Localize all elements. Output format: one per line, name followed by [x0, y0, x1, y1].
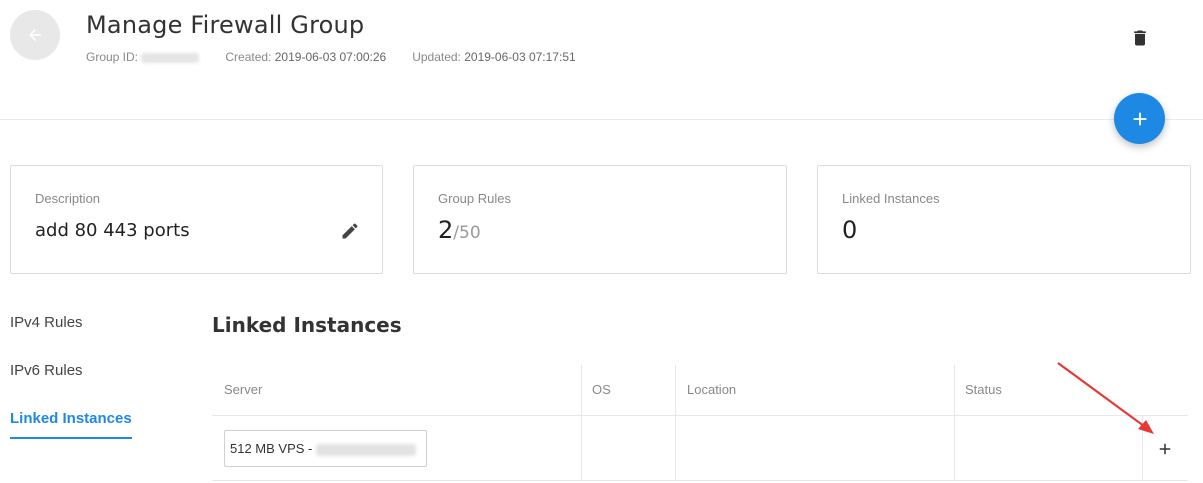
- group-id: Group ID:: [86, 50, 200, 64]
- group-rules-card: Group Rules 2/50: [413, 165, 787, 274]
- updated-value: 2019-06-03 07:17:51: [464, 50, 576, 64]
- back-button[interactable]: [10, 10, 60, 60]
- link-instance-button[interactable]: [1156, 440, 1174, 458]
- annotation-arrow-icon: [1057, 362, 1154, 434]
- group-meta: Group ID: Created: 2019-06-03 07:00:26 U…: [86, 50, 576, 64]
- created-label: Created:: [225, 50, 272, 64]
- column-separator: [954, 365, 955, 480]
- active-tab-indicator: [10, 437, 132, 439]
- linked-instances-label: Linked Instances: [842, 191, 940, 206]
- server-name-redacted: [315, 443, 416, 456]
- column-header-os: OS: [592, 382, 611, 397]
- group-id-redacted: [141, 52, 200, 63]
- created-value: 2019-06-03 07:00:26: [274, 50, 387, 64]
- description-label: Description: [35, 191, 101, 206]
- edit-description-button[interactable]: [340, 221, 360, 241]
- column-header-location: Location: [687, 382, 737, 397]
- group-rules-label: Group Rules: [438, 191, 511, 206]
- server-select-value: 512 MB VPS -: [230, 441, 316, 456]
- delete-group-button[interactable]: [1130, 27, 1150, 49]
- page-title: Manage Firewall Group: [86, 11, 365, 39]
- group-id-label: Group ID:: [86, 50, 139, 64]
- description-value: add 80 443 ports: [35, 220, 190, 241]
- group-rules-count: 2: [438, 216, 454, 244]
- plus-icon: [1133, 112, 1146, 125]
- sidenav-item-linked-instances[interactable]: Linked Instances: [10, 410, 132, 427]
- header-divider: [0, 119, 1203, 120]
- arrow-left-icon: [29, 29, 41, 41]
- column-separator: [675, 365, 676, 480]
- sidenav-item-ipv6-rules[interactable]: IPv6 Rules: [10, 362, 83, 379]
- column-header-server: Server: [224, 382, 263, 397]
- header-row-divider: [212, 415, 1188, 416]
- linked-instances-card: Linked Instances 0: [817, 165, 1191, 274]
- trash-icon: [1134, 30, 1146, 46]
- section-title: Linked Instances: [212, 313, 402, 337]
- updated-label: Updated:: [412, 50, 461, 64]
- group-rules-limit: /50: [453, 223, 481, 243]
- group-rules-value: 2/50: [438, 216, 481, 244]
- column-header-status: Status: [965, 382, 1002, 397]
- pencil-icon: [342, 223, 358, 239]
- updated-info: Updated: 2019-06-03 07:17:51: [412, 50, 575, 64]
- sidenav-item-ipv4-rules[interactable]: IPv4 Rules: [10, 314, 83, 331]
- column-separator: [581, 365, 582, 480]
- server-select[interactable]: 512 MB VPS -: [224, 430, 427, 467]
- linked-instances-count: 0: [842, 216, 858, 244]
- description-card: Description add 80 443 ports: [10, 165, 383, 274]
- created-info: Created: 2019-06-03 07:00:26: [225, 50, 386, 64]
- add-rule-fab[interactable]: [1114, 93, 1165, 144]
- row-bottom-divider: [212, 480, 1188, 481]
- plus-icon: [1159, 443, 1171, 455]
